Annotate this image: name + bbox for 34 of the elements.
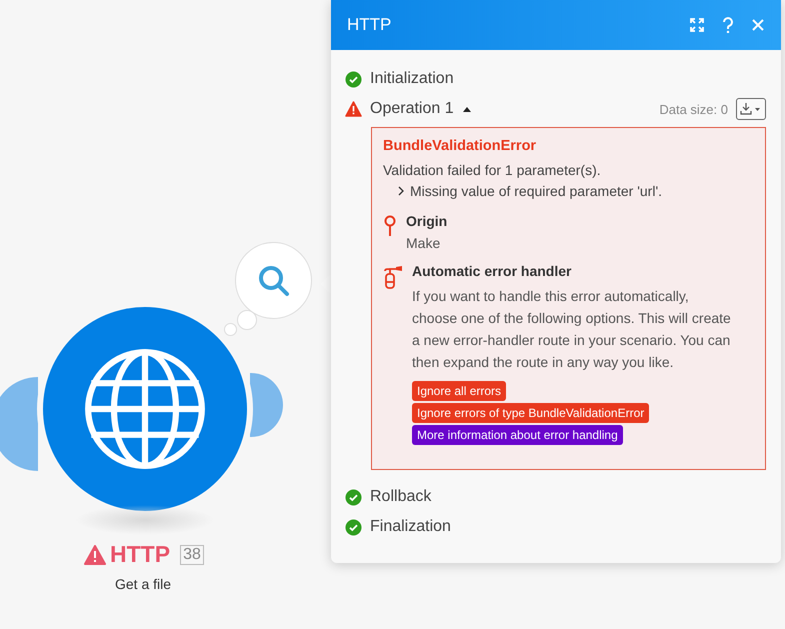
help-icon[interactable]: [721, 17, 735, 33]
error-title: BundleValidationError: [383, 138, 538, 154]
error-detail: Missing value of required parameter 'url'.: [410, 183, 662, 199]
warning-icon: [345, 101, 362, 117]
check-circle-icon: [345, 70, 362, 88]
pin-icon: [383, 215, 397, 237]
search-icon: [256, 264, 290, 298]
data-size: Data size: 0: [659, 102, 728, 116]
download-icon: [740, 102, 762, 116]
operation-toggle[interactable]: Operation 1: [370, 100, 454, 118]
close-icon[interactable]: [751, 18, 765, 32]
globe-icon: [83, 347, 207, 471]
fire-extinguisher-icon: [383, 265, 403, 289]
caret-icon[interactable]: [462, 105, 472, 113]
chevron-icon: [397, 186, 405, 196]
handler-title: Automatic error handler: [412, 263, 572, 279]
error-action-button[interactable]: Ignore errors of type BundleValidationError: [412, 403, 650, 423]
error-action-button[interactable]: More information about error handling: [412, 425, 623, 445]
panel-title: HTTP: [347, 15, 392, 35]
step-label: Initialization: [370, 70, 454, 88]
origin-label: Origin: [406, 213, 448, 229]
operation-count: 38: [180, 544, 204, 564]
module-action: Get a file: [115, 576, 172, 592]
module-name: HTTP: [110, 541, 170, 568]
handler-description: If you want to handle this error automatically, choose one of the following options. This will create a new error-handler route in your scenario. You can then expand the route in any way you like.: [412, 287, 732, 372]
check-circle-icon: [345, 488, 362, 506]
expand-icon[interactable]: [689, 17, 705, 33]
error-action-button[interactable]: Ignore all errors: [412, 381, 506, 401]
error-message: Validation failed for 1 parameter(s).: [383, 162, 602, 178]
download-button[interactable]: [736, 98, 766, 120]
origin-value: Make: [406, 235, 442, 251]
check-circle-icon: [345, 518, 362, 536]
step-label: Rollback: [370, 488, 432, 506]
step-label: Finalization: [370, 518, 451, 536]
